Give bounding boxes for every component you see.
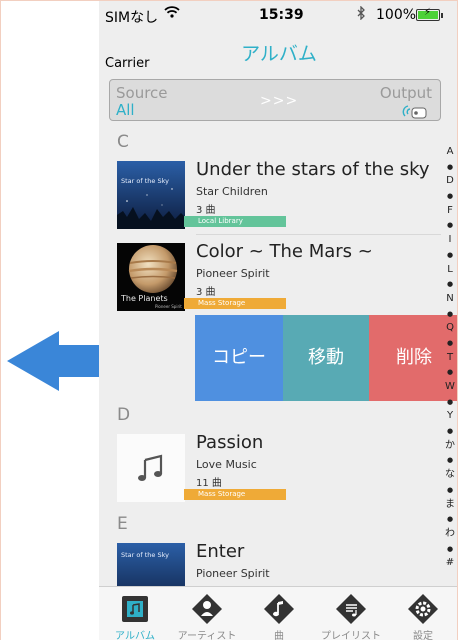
- index-dot[interactable]: ●: [439, 218, 457, 233]
- index-dot[interactable]: ●: [439, 453, 457, 468]
- carrier-status: SIMなし: [105, 10, 159, 26]
- song-icon: [264, 594, 294, 624]
- index-dot[interactable]: ●: [439, 542, 457, 557]
- index-letter[interactable]: か: [439, 439, 457, 454]
- album-icon: [122, 596, 148, 622]
- album-art: The Planets Pioneer Spirit: [117, 243, 185, 311]
- playlist-icon: [336, 594, 366, 624]
- album-row[interactable]: Passion Love Music 11 曲 Mass Storage: [99, 426, 441, 510]
- index-letter[interactable]: L: [439, 263, 457, 278]
- index-dot[interactable]: ●: [439, 189, 457, 204]
- index-letter[interactable]: Y: [439, 409, 457, 424]
- output-label: Output: [379, 84, 432, 102]
- album-title: Color ~ The Mars ~: [196, 241, 373, 262]
- album-art-text: The Planets: [120, 294, 168, 303]
- album-art-placeholder: [117, 434, 185, 502]
- index-letter[interactable]: わ: [439, 527, 457, 542]
- album-row[interactable]: Star of the Sky Under the stars of the s…: [99, 153, 441, 235]
- track-count: 11 曲: [196, 478, 222, 489]
- music-note-icon: [117, 434, 185, 502]
- section-header-d: D: [99, 402, 457, 428]
- album-title: Under the stars of the sky: [196, 159, 430, 180]
- index-letter[interactable]: な: [439, 468, 457, 483]
- source-output-bar: Source All >>> Output: [109, 79, 441, 121]
- screenshot-frame: SIMなし 15:39 100% ⚡ アルバム Carrier Source A…: [0, 0, 458, 640]
- wifi-icon: [164, 5, 180, 23]
- clock: 15:39: [259, 7, 304, 23]
- tab-playlists[interactable]: プレイリスト: [315, 587, 387, 640]
- album-art: Star of the Sky: [117, 161, 185, 229]
- section-header-e: E: [99, 511, 457, 537]
- output-selector[interactable]: Output: [380, 84, 432, 120]
- album-title: Enter: [196, 541, 245, 562]
- storage-badge: Mass Storage: [184, 298, 286, 309]
- album-artist: Pioneer Spirit: [196, 567, 270, 580]
- index-dot[interactable]: ●: [439, 307, 457, 322]
- tab-bar: アルバム アーティスト 曲 プレイリスト 設定: [99, 586, 457, 640]
- tab-label: 曲: [274, 631, 284, 640]
- swiped-album-row: コピー 移動 削除: [99, 315, 457, 401]
- album-row[interactable]: The Planets Pioneer Spirit Color ~ The M…: [99, 235, 441, 315]
- section-header-c: C: [99, 129, 457, 155]
- storage-badge: Mass Storage: [184, 489, 286, 500]
- album-art-text: Star of the Sky: [121, 551, 169, 559]
- tab-label: アーティスト: [177, 631, 237, 640]
- index-letter[interactable]: I: [439, 233, 457, 248]
- index-letter[interactable]: W: [439, 380, 457, 395]
- index-dot[interactable]: ●: [439, 512, 457, 527]
- album-artist: Pioneer Spirit: [196, 267, 270, 280]
- page-title: アルバム: [241, 43, 317, 65]
- phone-screen: SIMなし 15:39 100% ⚡ アルバム Carrier Source A…: [99, 1, 457, 640]
- settings-icon: [408, 594, 438, 624]
- index-dot[interactable]: ●: [439, 160, 457, 175]
- source-label: Source: [116, 84, 168, 102]
- album-artist: Love Music: [196, 458, 257, 471]
- tab-label: アルバム: [115, 631, 155, 640]
- copy-button[interactable]: コピー: [195, 315, 283, 401]
- index-letter[interactable]: ま: [439, 498, 457, 513]
- index-letter[interactable]: T: [439, 351, 457, 366]
- carrier-label: Carrier: [105, 56, 150, 71]
- battery-percent: 100%: [376, 7, 417, 23]
- index-dot[interactable]: ●: [439, 336, 457, 351]
- battery-icon: ⚡: [416, 7, 443, 21]
- flow-arrows: >>>: [260, 93, 299, 109]
- bluetooth-icon: [357, 5, 366, 24]
- index-dot[interactable]: ●: [439, 248, 457, 263]
- output-device-icon: [402, 105, 427, 119]
- tab-settings[interactable]: 設定: [387, 587, 457, 640]
- artist-icon: [192, 594, 222, 624]
- move-button[interactable]: 移動: [283, 315, 369, 401]
- index-dot[interactable]: ●: [439, 424, 457, 439]
- index-dot[interactable]: ●: [439, 395, 457, 410]
- index-letter[interactable]: D: [439, 174, 457, 189]
- album-title: Passion: [196, 432, 264, 453]
- tab-albums[interactable]: アルバム: [99, 587, 171, 640]
- index-dot[interactable]: ●: [439, 277, 457, 292]
- tab-label: 設定: [413, 631, 433, 640]
- index-dot[interactable]: ●: [439, 365, 457, 380]
- index-letter[interactable]: #: [439, 556, 457, 571]
- album-art-text: Star of the Sky: [121, 177, 169, 185]
- index-dot[interactable]: ●: [439, 483, 457, 498]
- source-value: All: [116, 101, 135, 119]
- index-letter[interactable]: F: [439, 204, 457, 219]
- album-art-subtext: Pioneer Spirit: [155, 304, 182, 309]
- album-artist: Star Children: [196, 185, 268, 198]
- track-count: 3 曲: [196, 287, 216, 298]
- section-index[interactable]: A ● D ● F ● I ● L ● N ● Q ● T ● W ● Y ● か ● な ● ま ● わ ● #: [439, 145, 457, 571]
- source-selector[interactable]: Source All: [116, 84, 168, 119]
- tab-label: プレイリスト: [321, 631, 381, 640]
- index-letter[interactable]: Q: [439, 321, 457, 336]
- index-letter[interactable]: N: [439, 292, 457, 307]
- status-bar: SIMなし 15:39 100% ⚡: [99, 1, 457, 27]
- index-letter[interactable]: A: [439, 145, 457, 160]
- tab-songs[interactable]: 曲: [243, 587, 315, 640]
- tab-artists[interactable]: アーティスト: [171, 587, 243, 640]
- storage-badge: Local Library: [184, 216, 286, 227]
- track-count: 3 曲: [196, 205, 216, 216]
